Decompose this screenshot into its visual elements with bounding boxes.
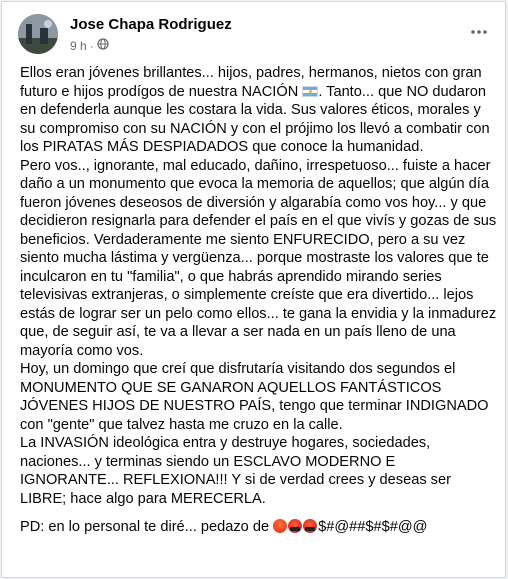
post-meta: 9 h · [70, 38, 109, 53]
post-paragraph-4: La INVASIÓN ideológica entra y destruye … [20, 435, 451, 507]
post-body: Ellos eran jóvenes brillantes... hijos, … [20, 64, 498, 537]
ps-text: PD: en lo personal te diré... pedazo de [20, 519, 274, 535]
more-horizontal-icon [471, 30, 487, 34]
avatar-image [18, 14, 58, 54]
globe-icon[interactable] [97, 38, 109, 53]
avatar[interactable] [18, 14, 58, 54]
post-ps: PD: en lo personal te diré... pedazo de … [20, 518, 498, 537]
angry-face-icon [273, 519, 288, 533]
cursing-face-icon [303, 519, 318, 533]
meta-separator: · [89, 38, 94, 53]
post-paragraph-3: Hoy, un domingo que creí que disfrutaría… [20, 361, 489, 433]
post-card: Jose Chapa Rodriguez 9 h · Ellos eran jó… [1, 1, 506, 578]
author-name[interactable]: Jose Chapa Rodriguez [70, 16, 232, 33]
argentina-flag-icon [302, 85, 319, 97]
more-options-button[interactable] [465, 18, 493, 46]
post-time[interactable]: 9 h [70, 39, 87, 53]
ps-suffix: $#@##$#$#@@ [318, 519, 428, 535]
post-header: Jose Chapa Rodriguez 9 h · [18, 12, 493, 56]
cursing-face-icon [288, 519, 303, 533]
post-paragraph-2: Pero vos.., ignorante, mal educado, dañi… [20, 157, 497, 359]
post-paragraph-1: Ellos eran jóvenes brillantes... hijos, … [20, 64, 498, 157]
